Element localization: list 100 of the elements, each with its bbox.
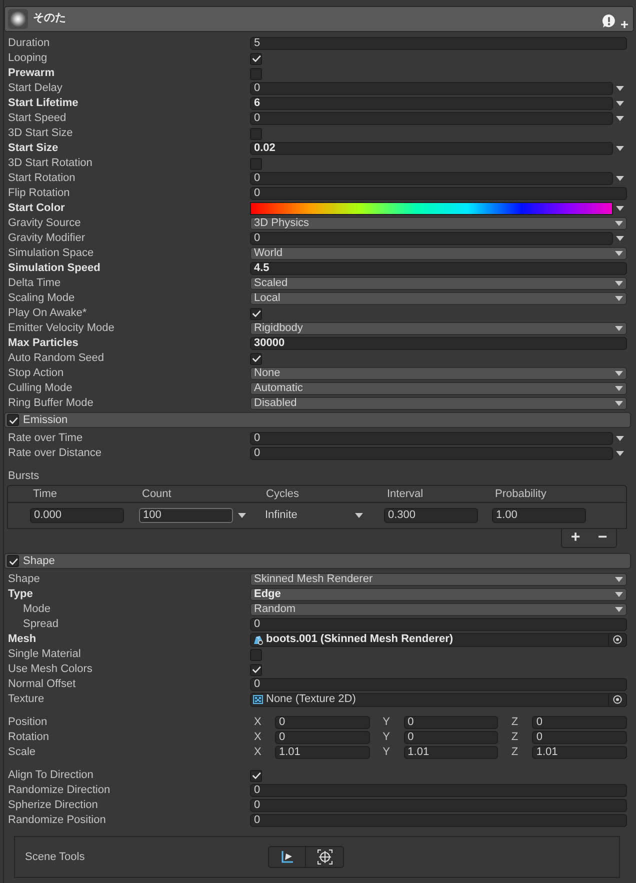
value-field[interactable]: 0 [275,716,370,729]
dropdown[interactable]: Disabled [250,397,627,410]
dropdown[interactable]: 3D Physics [250,217,627,230]
column-header: Probability [495,488,546,500]
module-header-bar[interactable]: Emission [4,412,631,428]
property-label: Culling Mode [8,381,72,396]
checkbox[interactable] [7,414,19,426]
property-label: Spread [23,617,58,632]
dropdown-arrow-icon[interactable] [616,176,624,181]
checkbox[interactable] [250,158,262,170]
dropdown[interactable]: Scaled [250,277,627,290]
checkbox[interactable] [250,68,262,80]
value-field[interactable]: 0 [404,716,498,729]
value-field[interactable]: 0 [532,731,628,744]
checkbox[interactable] [250,648,262,660]
value-field[interactable]: 0 [250,447,613,460]
property-label: Prewarm [8,66,54,82]
value-field[interactable]: 0.02 [250,142,613,155]
alert-bubble-icon[interactable] [602,14,616,28]
checkbox[interactable] [250,664,262,676]
checkbox[interactable] [250,52,262,64]
value-field[interactable]: 5 [250,37,627,50]
dropdown-arrow-icon[interactable] [616,236,624,241]
caret-icon [615,296,623,301]
value-field[interactable]: 0 [250,784,627,797]
property-label: Start Rotation [8,171,76,186]
value-field[interactable]: 0 [250,187,627,200]
dropdown[interactable]: Edge [250,588,627,601]
property-label: Start Speed [8,111,66,126]
dropdown[interactable]: None [250,367,627,380]
dropdown-arrow-icon[interactable] [616,436,624,441]
dropdown-arrow-icon[interactable] [238,513,246,518]
dropdown-arrow-icon[interactable] [616,146,624,151]
value-field[interactable]: 1.01 [275,746,370,759]
object-field[interactable]: boots.001 (Skinned Mesh Renderer) [250,632,627,646]
object-picker-icon[interactable] [613,695,622,704]
checkbox[interactable] [7,555,19,567]
value-field[interactable]: 0 [250,432,613,445]
tool-button[interactable] [306,846,344,868]
axis-label: X [253,730,262,746]
value-field[interactable]: 0 [275,731,370,744]
value-field[interactable]: 0 [250,172,613,185]
value-field[interactable]: 0 [532,716,628,729]
property-label: Align To Direction [8,768,94,784]
value-field[interactable]: 0 [250,618,627,631]
property-label: Gravity Source [8,216,81,232]
value-field[interactable]: 0 [250,814,627,827]
property-label: Mesh [8,632,36,648]
property-label: Play On Awake* [8,306,87,322]
value-field[interactable]: 1.00 [492,508,586,523]
dropdown-arrow-icon[interactable] [616,206,624,211]
property-label: Scale [8,745,36,760]
dropdown-arrow-icon[interactable] [616,101,624,106]
dropdown[interactable]: Automatic [250,382,627,395]
value-field[interactable]: 0 [250,82,613,95]
dropdown[interactable]: Local [250,292,627,305]
tool-button[interactable] [268,846,306,868]
checkbox[interactable] [250,308,262,320]
dropdown[interactable]: World [250,247,627,260]
property-label: Mode [23,602,51,618]
gradient-field[interactable] [250,202,613,215]
value-field[interactable]: 0.000 [30,508,124,523]
dropdown[interactable]: Infinite [263,508,365,523]
dropdown[interactable]: Random [250,603,627,616]
add-button[interactable]: + [568,530,582,546]
dropdown-arrow-icon[interactable] [616,116,624,121]
module-header-bar[interactable]: Shape [4,553,631,569]
axis-label: Z [510,745,520,760]
dropdown[interactable]: Skinned Mesh Renderer [250,573,627,586]
caret-icon [615,251,623,256]
property-label: Use Mesh Colors [8,662,92,678]
crosshair-icon [316,849,332,865]
value-field[interactable]: 6 [250,97,613,110]
value-field[interactable]: 0 [250,678,627,691]
property-label: Position [8,715,48,730]
value-field[interactable]: 0 [250,112,613,125]
property-label: Randomize Position [8,813,106,828]
value-field[interactable]: 0 [250,232,613,245]
plus-icon[interactable] [621,21,628,28]
value-field[interactable]: 100 [139,508,233,523]
checkbox[interactable] [250,352,262,364]
dropdown-arrow-icon[interactable] [616,86,624,91]
dropdown-arrow-icon[interactable] [616,451,624,456]
value-field[interactable]: 1.01 [532,746,628,759]
checkbox[interactable] [250,770,262,782]
property-label: Auto Random Seed [8,351,104,366]
object-picker-icon[interactable] [613,635,622,644]
checkbox[interactable] [250,128,262,140]
property-label: Gravity Modifier [8,231,86,246]
value-field[interactable]: 0.300 [384,508,478,523]
value-field[interactable]: 30000 [250,337,627,350]
value-field[interactable]: 1.01 [404,746,498,759]
component-header[interactable]: そのた [4,6,634,32]
dropdown[interactable]: Rigidbody [250,322,627,335]
value-field[interactable]: 0 [404,731,498,744]
value-field[interactable]: 4.5 [250,262,627,275]
object-field[interactable]: None (Texture 2D) [250,692,627,706]
value-field[interactable]: 0 [250,799,627,812]
property-label: Texture [8,692,44,708]
remove-button[interactable]: − [596,530,610,546]
